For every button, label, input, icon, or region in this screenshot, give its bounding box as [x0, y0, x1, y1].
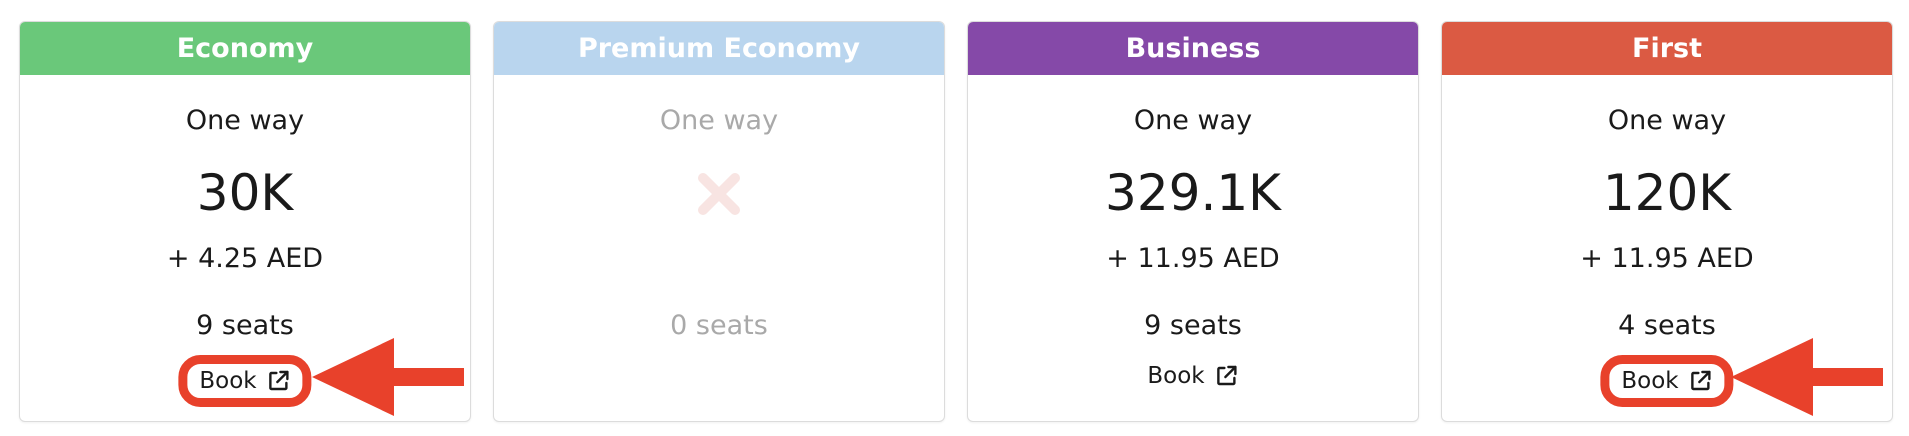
book-button-economy[interactable]: Book — [178, 355, 312, 407]
external-link-icon — [269, 370, 289, 391]
fare-price: 30K — [196, 164, 294, 222]
fare-header-first: First — [1442, 22, 1892, 75]
seat-count: 4 seats — [1618, 310, 1716, 341]
close-x-icon — [698, 173, 740, 215]
external-link-icon — [1217, 365, 1237, 386]
external-link-icon — [1691, 370, 1711, 391]
trip-type: One way — [185, 105, 305, 136]
book-button-business[interactable]: Book — [1133, 355, 1252, 397]
fare-price: 329.1K — [1105, 164, 1281, 222]
seat-count: 0 seats — [670, 310, 768, 341]
fare-body-premium-economy: One way 0 seats — [494, 75, 944, 421]
fare-card-premium-economy: Premium Economy One way 0 seats — [493, 21, 945, 422]
fare-tax: + 4.25 AED — [166, 243, 324, 274]
seat-count: 9 seats — [1144, 310, 1242, 341]
fare-card-business: Business One way 329.1K + 11.95 AED 9 se… — [967, 21, 1419, 422]
trip-type: One way — [659, 105, 779, 136]
fare-tax: + 11.95 AED — [1106, 243, 1280, 274]
trip-type: One way — [1133, 105, 1253, 136]
fare-body-business: One way 329.1K + 11.95 AED 9 seats Book — [968, 75, 1418, 421]
book-label: Book — [1621, 368, 1679, 394]
fare-header-economy: Economy — [20, 22, 470, 75]
fare-header-business: Business — [968, 22, 1418, 75]
arrow-left-icon — [1731, 338, 1883, 416]
book-label: Book — [1147, 363, 1205, 389]
arrow-left-icon — [312, 338, 464, 416]
seat-count: 9 seats — [196, 310, 294, 341]
book-button-first[interactable]: Book — [1600, 355, 1734, 407]
fare-price: 120K — [1602, 164, 1732, 222]
trip-type: One way — [1607, 105, 1727, 136]
fare-tax: + 11.95 AED — [1580, 243, 1754, 274]
book-label: Book — [199, 368, 257, 394]
fare-header-premium-economy: Premium Economy — [494, 22, 944, 75]
